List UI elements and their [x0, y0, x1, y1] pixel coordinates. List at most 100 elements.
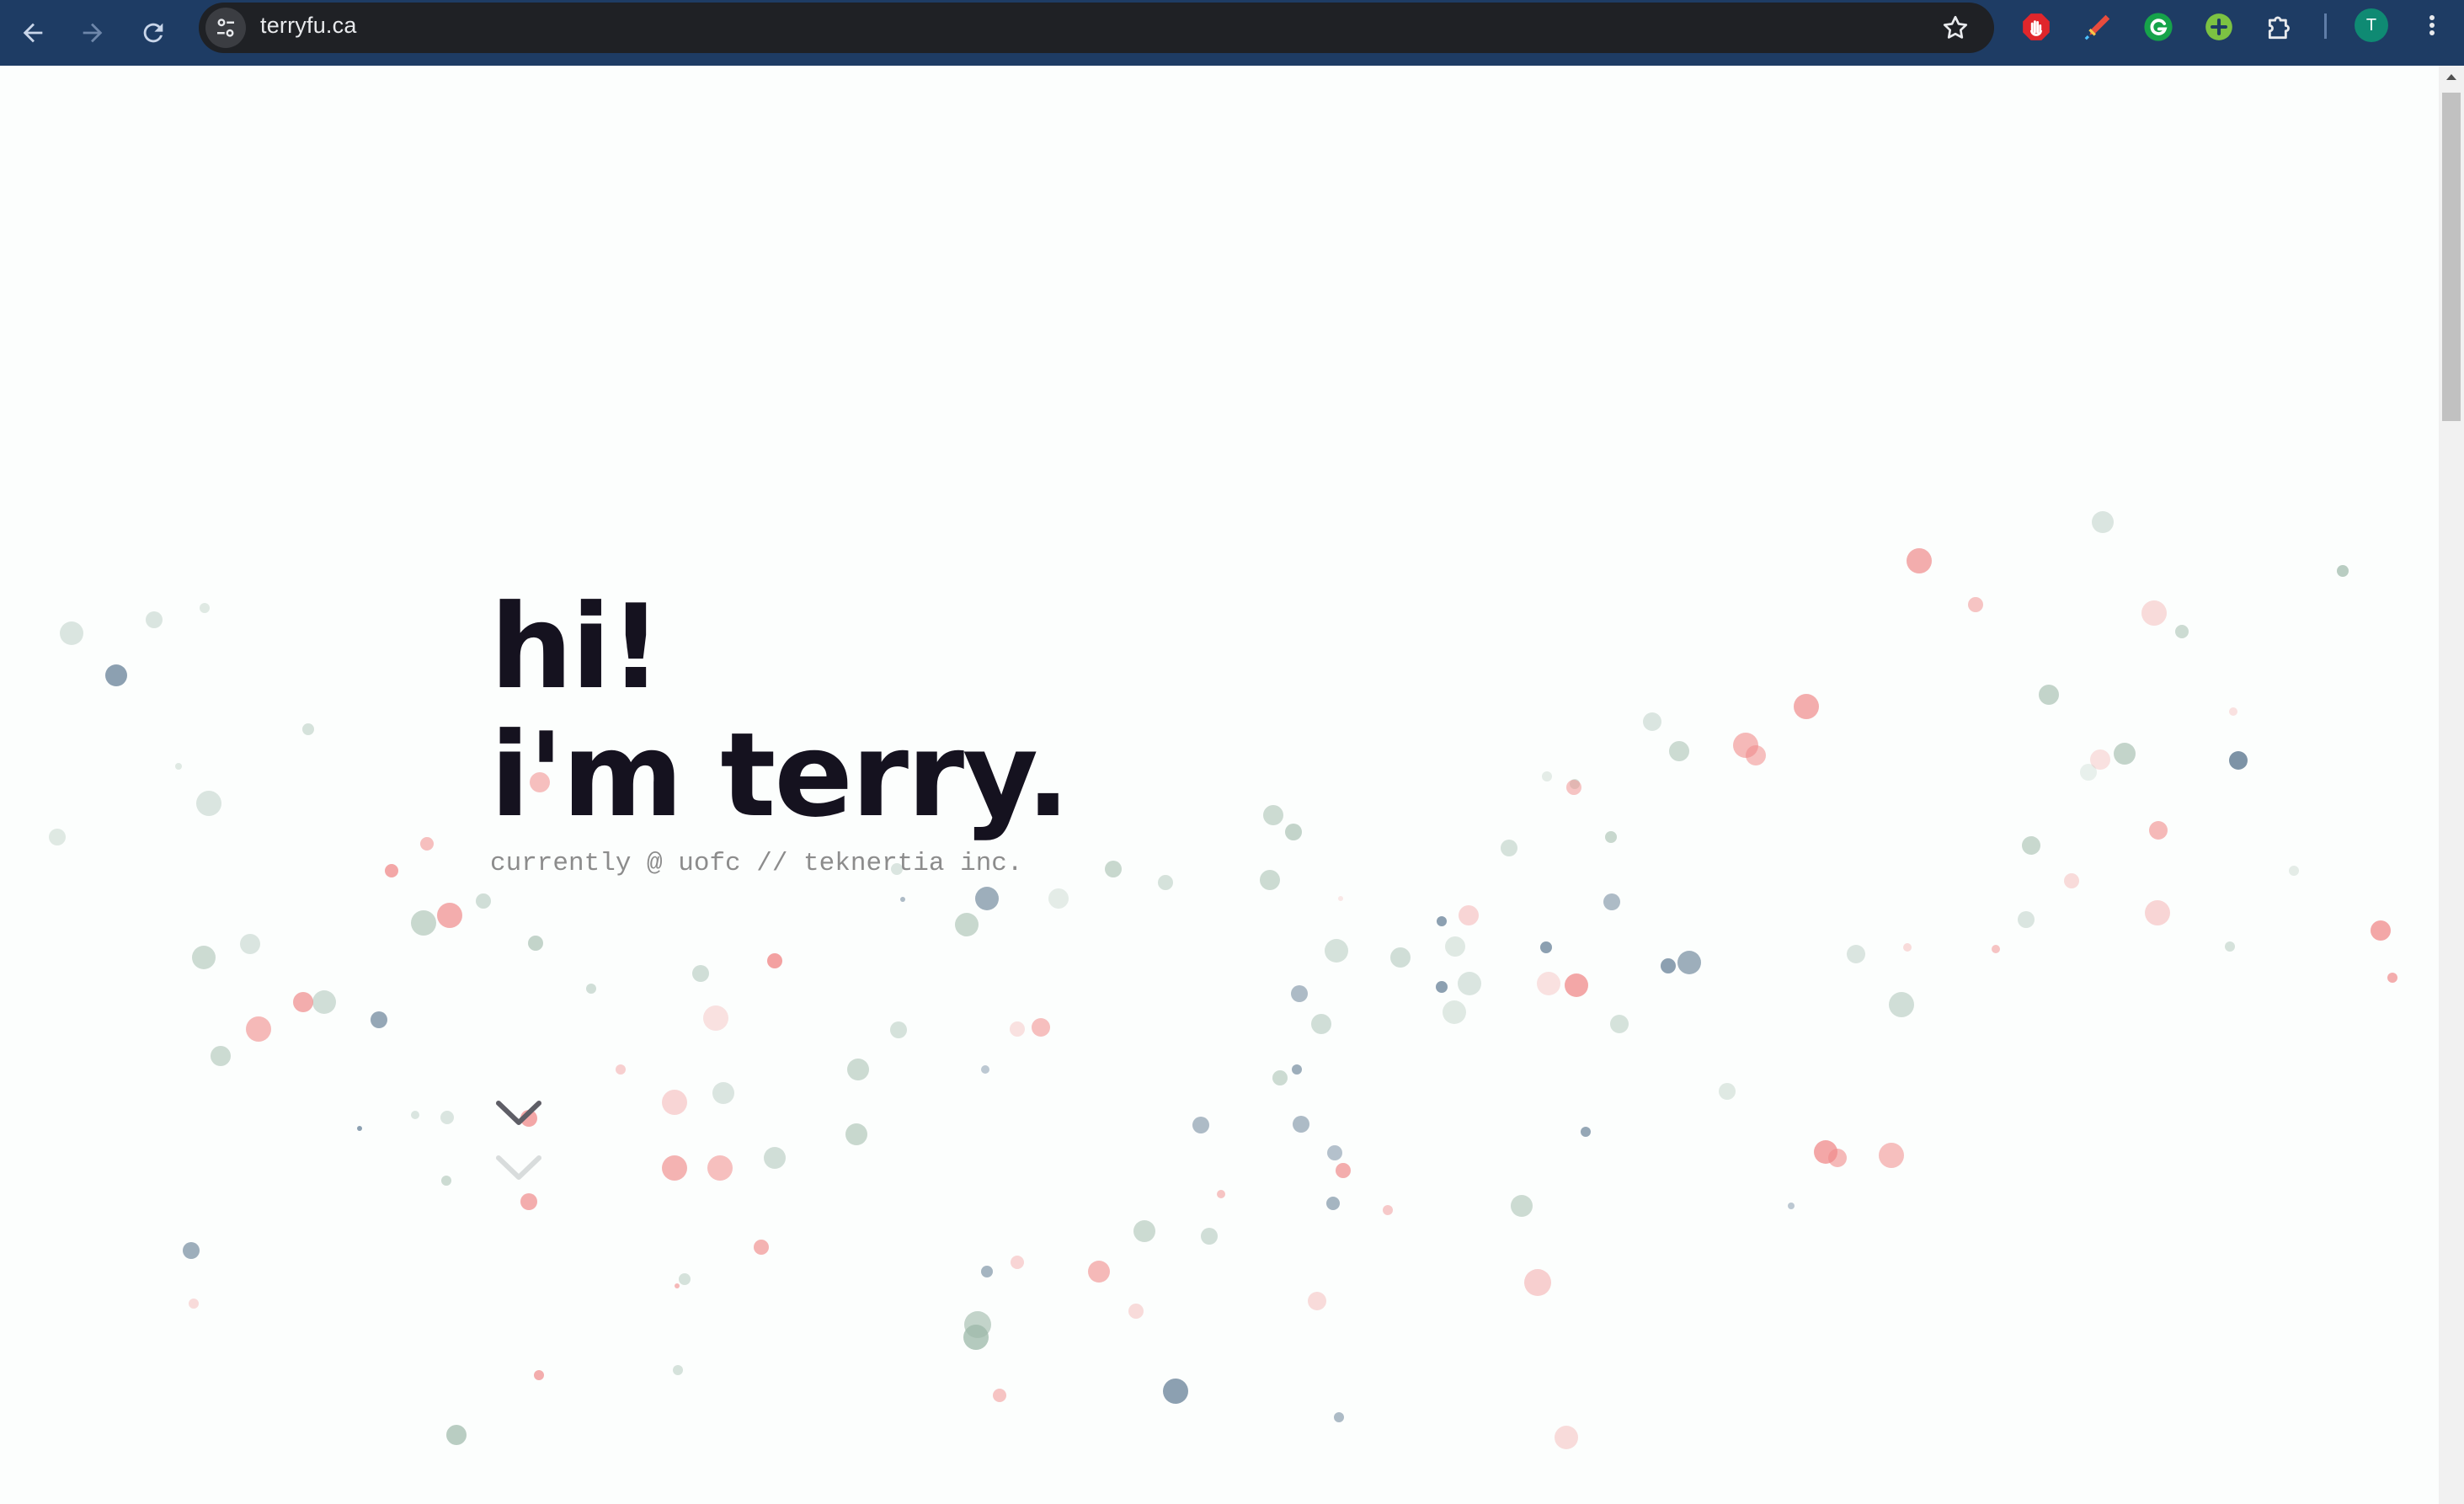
particle-dot — [1581, 1127, 1591, 1137]
particle-dot — [441, 1176, 451, 1186]
reload-button[interactable] — [130, 9, 177, 56]
particle-dot — [534, 1370, 544, 1380]
particle-dot — [662, 1090, 687, 1115]
particle-dot — [1032, 1018, 1050, 1037]
particle-dot — [1326, 1197, 1340, 1210]
particle-dot — [963, 1325, 989, 1350]
particle-dot — [1540, 941, 1552, 953]
hero-greeting: hi! — [490, 579, 662, 715]
site-info-button[interactable] — [205, 8, 246, 48]
hero-name: i'm terry. — [490, 707, 1070, 843]
scroll-up-arrow-icon[interactable] — [2445, 72, 2457, 81]
particle-dot — [900, 897, 905, 902]
particle-dot — [1788, 1203, 1795, 1209]
chevron-down-icon[interactable] — [495, 1099, 542, 1128]
particle-dot — [1643, 712, 1661, 731]
stop-hand-icon — [2023, 13, 2050, 40]
particle-dot — [60, 621, 83, 645]
particle-dot — [2289, 866, 2299, 876]
particle-dot — [385, 864, 398, 877]
particle-dot — [1201, 1228, 1218, 1245]
particle-dot — [1437, 916, 1447, 926]
particle-dot — [357, 1126, 362, 1131]
particle-dot — [211, 1046, 231, 1066]
particle-dot — [955, 913, 979, 936]
extension-grammarly-button[interactable] — [2141, 10, 2175, 44]
particle-dot — [302, 723, 314, 735]
particle-dot — [1669, 741, 1689, 761]
particle-dot — [1542, 771, 1552, 781]
particle-dot — [2387, 973, 2397, 983]
particle-dot — [189, 1299, 199, 1309]
particle-dot — [1537, 972, 1560, 995]
particle-dot — [49, 829, 66, 845]
particle-dot — [183, 1242, 200, 1259]
particle-dot — [2337, 565, 2349, 577]
particle-dot — [1445, 936, 1465, 957]
particle-dot — [981, 1065, 989, 1074]
particle-dot — [1291, 985, 1308, 1002]
particle-dot — [2039, 685, 2059, 705]
particle-dot — [2114, 743, 2136, 765]
particle-dot — [675, 1283, 680, 1288]
particle-dot — [1133, 1220, 1155, 1242]
particle-dot — [2018, 911, 2035, 928]
star-icon[interactable] — [1940, 13, 1971, 43]
particle-dot — [1311, 1014, 1331, 1034]
particle-dot — [586, 984, 596, 994]
toolbar-separator — [2324, 13, 2327, 39]
particle-dot — [975, 887, 999, 910]
browser-toolbar: terryfu.ca T — [0, 0, 2464, 66]
particle-dot — [1555, 1426, 1578, 1449]
particle-dot — [411, 910, 436, 936]
particle-dot — [1217, 1190, 1225, 1198]
particle-dot — [1889, 992, 1914, 1017]
kebab-menu-icon[interactable] — [2417, 8, 2447, 42]
particle-dot — [2145, 900, 2170, 925]
extension-pen-button[interactable] — [2081, 10, 2115, 44]
particle-dot — [1292, 1064, 1302, 1075]
address-bar[interactable]: terryfu.ca — [199, 3, 1994, 53]
puzzle-icon — [2268, 16, 2290, 40]
particle-dot — [446, 1425, 467, 1445]
particle-dot — [1443, 1000, 1466, 1024]
extension-add-button[interactable] — [2202, 10, 2236, 44]
particle-dot — [1325, 939, 1348, 963]
page-viewport: hi! i'm terry. currently @ uofc // tekne… — [0, 66, 2439, 1504]
particle-dot — [312, 990, 336, 1014]
particle-dot — [845, 1123, 867, 1145]
particle-dot — [712, 1082, 734, 1104]
particle-dot — [146, 611, 163, 628]
particle-dot — [1048, 888, 1069, 909]
particle-dot — [293, 992, 313, 1012]
particle-dot — [1192, 1117, 1209, 1133]
particle-dot — [1603, 893, 1620, 910]
particle-dot — [1105, 861, 1122, 877]
particle-dot — [1524, 1269, 1551, 1296]
back-button[interactable] — [9, 9, 56, 56]
particle-dot — [616, 1064, 626, 1075]
scrollbar-thumb[interactable] — [2442, 93, 2461, 421]
chevron-down-icon[interactable] — [495, 1154, 542, 1182]
particle-dot — [1088, 1261, 1110, 1283]
particle-dot — [420, 837, 434, 851]
forward-button[interactable] — [69, 9, 116, 56]
particle-dot — [1733, 733, 1758, 758]
particle-dot — [1293, 1116, 1309, 1133]
particle-dot — [2149, 821, 2168, 840]
extensions-menu-button[interactable] — [2264, 10, 2297, 44]
particle-dot — [1907, 548, 1932, 573]
url-text[interactable]: terryfu.ca — [260, 13, 357, 39]
profile-avatar[interactable]: T — [2355, 8, 2388, 42]
extension-stop-button[interactable] — [2019, 10, 2053, 44]
particle-dot — [1565, 973, 1588, 997]
particle-dot — [1263, 805, 1283, 825]
particle-dot — [192, 946, 216, 969]
particle-dot — [105, 664, 127, 686]
particle-dot — [1285, 824, 1302, 840]
particle-dot — [246, 1016, 271, 1042]
particle-dot — [707, 1155, 733, 1181]
particle-dot — [2225, 941, 2235, 952]
vertical-scrollbar[interactable] — [2439, 66, 2464, 1504]
particle-dot — [240, 934, 260, 954]
